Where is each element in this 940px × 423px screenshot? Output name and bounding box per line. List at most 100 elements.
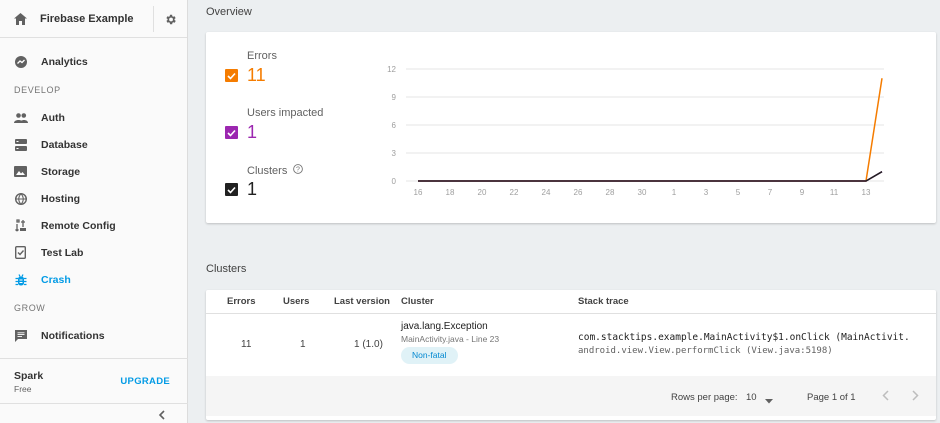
series-line [418,171,883,182]
row-users: 1 [300,339,306,350]
x-tick-label: 18 [446,188,455,197]
x-tick-label: 11 [830,188,839,197]
x-tick-label: 1 [672,188,677,197]
series-line [418,171,883,182]
overview-chart: 12963016 18 20 22 24 26 28 30 1 3 5 7 9 11 13 [387,65,884,197]
page-indicator: Page 1 of 1 [807,392,856,403]
x-tick-label: 30 [638,188,647,197]
clusters-value: 1 [247,179,258,199]
row-exception: java.lang.Exception [401,321,488,332]
clusters-card: Errors Users Last version Cluster Stack … [206,290,936,420]
analytics-icon [0,55,41,68]
users-impacted-value: 1 [247,122,258,142]
errors-value: 11 [247,65,266,85]
svg-text:?: ? [296,167,300,174]
nav-label: Crash [41,273,71,286]
nav-remote-config[interactable]: Remote Config [0,212,187,239]
users-impacted-checkbox[interactable] [225,126,238,139]
nav-database[interactable]: Database [0,131,187,158]
rows-per-page-label: Rows per page: [671,392,738,403]
remote-config-icon [0,219,41,232]
rows-per-page-select[interactable]: 10 [746,388,776,406]
x-tick-label: 7 [768,188,773,197]
errors-checkbox[interactable] [225,69,238,82]
row-last-version: 1 (1.0) [354,339,383,350]
nav-label: Notifications [41,329,105,342]
col-users[interactable]: Users [283,296,309,307]
home-icon[interactable] [0,12,40,25]
checklist-icon [0,246,41,259]
y-tick-label: 0 [392,177,397,186]
clusters-checkbox[interactable] [225,183,238,196]
overview-title: Overview [206,6,252,18]
y-tick-label: 12 [387,65,396,74]
nav-storage[interactable]: Storage [0,158,187,185]
status-badge: Non-fatal [401,347,458,364]
nav-test-lab[interactable]: Test Lab [0,239,187,266]
gear-icon[interactable] [153,6,187,32]
x-tick-label: 26 [574,188,583,197]
nav-analytics[interactable]: Analytics [0,48,187,75]
nav-label: Hosting [41,192,81,205]
overview-card: Errors 11 Users impacted 1 Clusters ? 1 … [206,32,936,223]
nav-crash[interactable]: Crash [0,266,187,293]
stack-trace-line-1: com.stacktips.example.MainActivity$1.onC… [578,332,910,343]
x-tick-label: 20 [478,188,487,197]
y-tick-label: 6 [392,121,397,130]
nav-auth[interactable]: Auth [0,104,187,131]
message-icon [0,329,41,342]
nav-label: Auth [41,111,65,124]
chevron-right-icon[interactable] [912,390,919,404]
bug-icon [0,273,41,286]
dropdown-arrow-icon [765,395,773,407]
plan-name: Spark [14,370,44,382]
nav-hosting[interactable]: Hosting [0,185,187,212]
rows-per-page-value: 10 [746,392,757,403]
header-divider [206,313,936,314]
x-tick-label: 5 [736,188,741,197]
users-impacted-label: Users impacted [247,107,324,119]
plan-tier: Free [14,384,32,394]
x-tick-label: 16 [414,188,423,197]
people-icon [0,112,41,123]
nav-label: Analytics [41,55,88,68]
errors-label: Errors [247,50,277,62]
x-tick-label: 9 [800,188,805,197]
x-tick-label: 24 [542,188,551,197]
upgrade-button[interactable]: UPGRADE [120,376,170,387]
globe-icon [0,192,41,205]
clusters-label-text: Clusters [247,164,288,177]
clusters-title: Clusters [206,263,247,275]
y-tick-label: 9 [392,93,397,102]
nav-label: Database [41,138,88,151]
clusters-metric-label: Clusters ? [247,164,304,177]
chevron-left-icon[interactable] [158,410,165,423]
help-icon[interactable]: ? [293,164,304,177]
image-icon [0,166,41,177]
sidebar: Firebase Example Analytics DEVELOP Auth … [0,0,188,423]
col-last-version[interactable]: Last version [334,296,390,307]
stack-trace-line-2: android.view.View.performClick (View.jav… [578,346,833,356]
col-cluster[interactable]: Cluster [401,296,434,307]
sidebar-header: Firebase Example [0,0,187,38]
col-errors[interactable]: Errors [227,296,256,307]
grow-section-label: GROW [14,302,46,313]
plan-panel: Spark Free UPGRADE [0,358,188,404]
nav-label: Test Lab [41,246,84,259]
series-line [418,78,883,182]
x-tick-label: 3 [704,188,709,197]
nav-notifications[interactable]: Notifications [0,322,187,349]
develop-section-label: DEVELOP [14,84,61,95]
chevron-left-icon[interactable] [882,390,889,404]
x-tick-label: 22 [510,188,519,197]
row-file: MainActivity.java - Line 23 [401,334,500,344]
x-tick-label: 13 [862,188,871,197]
nav-label: Storage [41,165,81,178]
y-tick-label: 3 [392,149,397,158]
col-stack-trace[interactable]: Stack trace [578,296,629,307]
database-icon [0,138,41,151]
table-footer: Rows per page: 10 Page 1 of 1 [206,376,936,416]
nav-label: Remote Config [41,219,116,232]
x-tick-label: 28 [606,188,615,197]
row-errors: 11 [241,339,252,350]
